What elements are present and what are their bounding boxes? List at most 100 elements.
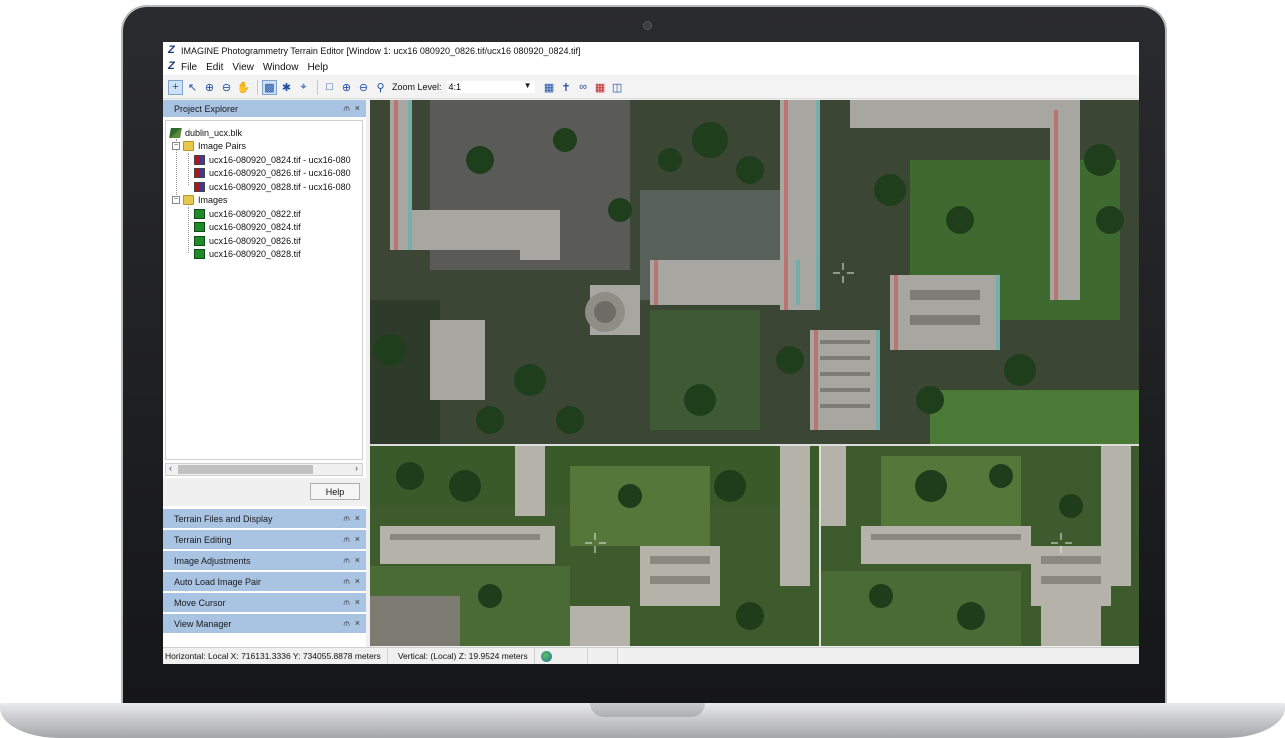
tree-item-image[interactable]: ucx16-080920_0826.tif [170,234,351,248]
chevron-down-icon: ▼ [523,81,532,90]
grid-view-icon[interactable]: ◫ [610,80,625,95]
laptop-notch [590,703,705,717]
help-button[interactable]: Help [310,483,360,500]
menu-help[interactable]: Help [307,62,328,73]
pin-icon[interactable]: ⫙ [343,597,349,608]
panel-view-manager[interactable]: View Manager ⫙ × [163,614,366,635]
panel-terrain-editing[interactable]: Terrain Editing ⫙ × [163,530,366,551]
panel-title: Terrain Editing [174,534,232,545]
tree-horizontal-scrollbar[interactable]: ‹ › [165,463,363,476]
toolbar: + ↖ ⊕ ⊖ ✋ ▩ ✱ ⌖ □ ⊕ ⊖ ⚲ Zoom Level: 4:1 … [163,76,1139,99]
zoom-level-value: 4:1 [448,82,462,92]
menu-edit[interactable]: Edit [206,62,223,73]
layout-icon[interactable]: ▦ [542,80,557,95]
point-tool-icon[interactable]: ✱ [279,80,294,95]
tree-item-image[interactable]: ucx16-080920_0822.tif [170,207,351,221]
pan-hand-icon[interactable]: ✋ [236,80,251,95]
pin-icon[interactable]: ⫙ [343,618,349,629]
close-icon[interactable]: × [355,576,360,587]
panel-title: Auto Load Image Pair [174,576,262,587]
tree-item-image[interactable]: ucx16-080920_0824.tif [170,221,351,235]
vertical-coordinate: Vertical: (Local) Z: 19.9524 meters [388,648,535,664]
select-arrow-icon[interactable]: ↖ [185,80,200,95]
tree-item-images[interactable]: − Images [170,194,351,208]
crosshair-tool-icon[interactable]: + [168,79,183,95]
title-bar: IMAGINE Photogrammetry Terrain Editor [W… [163,42,1139,59]
zoom-area-out-icon[interactable]: ⊖ [356,80,371,95]
pin-icon[interactable]: ⫙ [343,513,349,524]
app-window: IMAGINE Photogrammetry Terrain Editor [W… [163,42,1139,664]
collapse-icon[interactable]: − [172,196,180,205]
status-cell-empty [558,648,588,664]
image-file-icon [194,235,205,246]
pin-icon[interactable]: ⫙ [343,576,349,587]
pin-icon[interactable]: ⫙ [343,555,349,566]
image-label: ucx16-080920_0828.tif [209,249,301,260]
scroll-left-icon[interactable]: ‹ [169,463,172,473]
toolbar-separator [317,79,318,95]
grid-point-icon[interactable]: ⌖ [296,80,311,95]
panel-title: Image Adjustments [174,555,251,566]
collapse-icon[interactable]: − [172,142,180,151]
block-file-icon [169,127,182,138]
stereo-mode-icon[interactable]: ▩ [262,79,277,95]
stereo-viewer-main[interactable] [370,100,1139,444]
panel-title: Terrain Files and Display [174,513,273,524]
tree-item-image-pair[interactable]: ucx16-080920_0826.tif - ucx16-080 [170,167,351,181]
image-pair-label: ucx16-080920_0824.tif - ucx16-080 [209,154,351,165]
image-file-icon [194,208,205,219]
close-icon[interactable]: × [355,597,360,608]
cursor-3d-icon[interactable]: ✝ [559,80,574,95]
close-icon[interactable]: × [355,513,360,524]
project-tree: dublin_ucx.blk − Image Pairs ucx16-08092… [165,120,363,460]
panel-title: View Manager [174,618,232,629]
left-panel: Project Explorer ⫙ × dublin_ucx.blk − Im… [163,100,366,649]
panel-terrain-files[interactable]: Terrain Files and Display ⫙ × [163,509,366,530]
zoom-out-icon[interactable]: ⊖ [219,80,234,95]
pin-icon[interactable]: ⫙ [343,103,349,114]
panel-image-adjustments[interactable]: Image Adjustments ⫙ × [163,551,366,572]
image-pair-label: ucx16-080920_0828.tif - ucx16-080 [209,181,351,192]
toolbar-separator [257,79,258,95]
close-icon[interactable]: × [355,618,360,629]
zoom-level-label: Zoom Level: [392,82,442,92]
zoom-in-icon[interactable]: ⊕ [202,80,217,95]
close-icon[interactable]: × [355,103,360,114]
image-pair-icon [194,168,205,179]
zoom-level-select[interactable]: 4:1 ▼ [445,80,536,94]
close-icon[interactable]: × [355,534,360,545]
app-menu-icon[interactable] [168,60,178,72]
menu-window[interactable]: Window [263,62,299,73]
scroll-right-icon[interactable]: › [355,463,358,473]
zoom-reset-icon[interactable]: ⚲ [373,80,388,95]
right-image-viewer[interactable] [821,446,1139,646]
tree-item-image-pair[interactable]: ucx16-080920_0824.tif - ucx16-080 [170,153,351,167]
tree-item-image[interactable]: ucx16-080920_0828.tif [170,248,351,262]
link-icon[interactable]: ∞ [576,80,591,95]
dock-panels: Terrain Files and Display ⫙ × Terrain Edi… [163,509,366,635]
menu-file[interactable]: File [181,62,197,73]
grid-red-icon[interactable]: ▦ [593,80,608,95]
tree-item-image-pair[interactable]: ucx16-080920_0828.tif - ucx16-080 [170,180,351,194]
scrollbar-thumb[interactable] [178,465,313,474]
menu-view[interactable]: View [232,62,254,73]
image-pair-icon [194,181,205,192]
image-file-icon [194,222,205,233]
status-cell-empty [588,648,618,664]
left-image-viewer[interactable] [370,446,819,646]
panel-title: Move Cursor [174,597,226,608]
zoom-area-in-icon[interactable]: ⊕ [339,80,354,95]
tree-item-image-pairs[interactable]: − Image Pairs [170,140,351,154]
camera-icon [643,21,652,30]
tree-item-block[interactable]: dublin_ucx.blk [169,126,351,140]
panel-move-cursor[interactable]: Move Cursor ⫙ × [163,593,366,614]
pin-icon[interactable]: ⫙ [343,534,349,545]
horizontal-coordinates: Horizontal: Local X: 716131.3336 Y: 7340… [163,648,388,664]
globe-icon[interactable] [540,650,552,662]
fit-to-window-icon[interactable]: □ [322,80,337,95]
panel-auto-load[interactable]: Auto Load Image Pair ⫙ × [163,572,366,593]
close-icon[interactable]: × [355,555,360,566]
status-bar: Horizontal: Local X: 716131.3336 Y: 7340… [163,647,1139,664]
image-pairs-label: Image Pairs [198,141,247,152]
menu-bar: File Edit View Window Help [163,59,1139,75]
